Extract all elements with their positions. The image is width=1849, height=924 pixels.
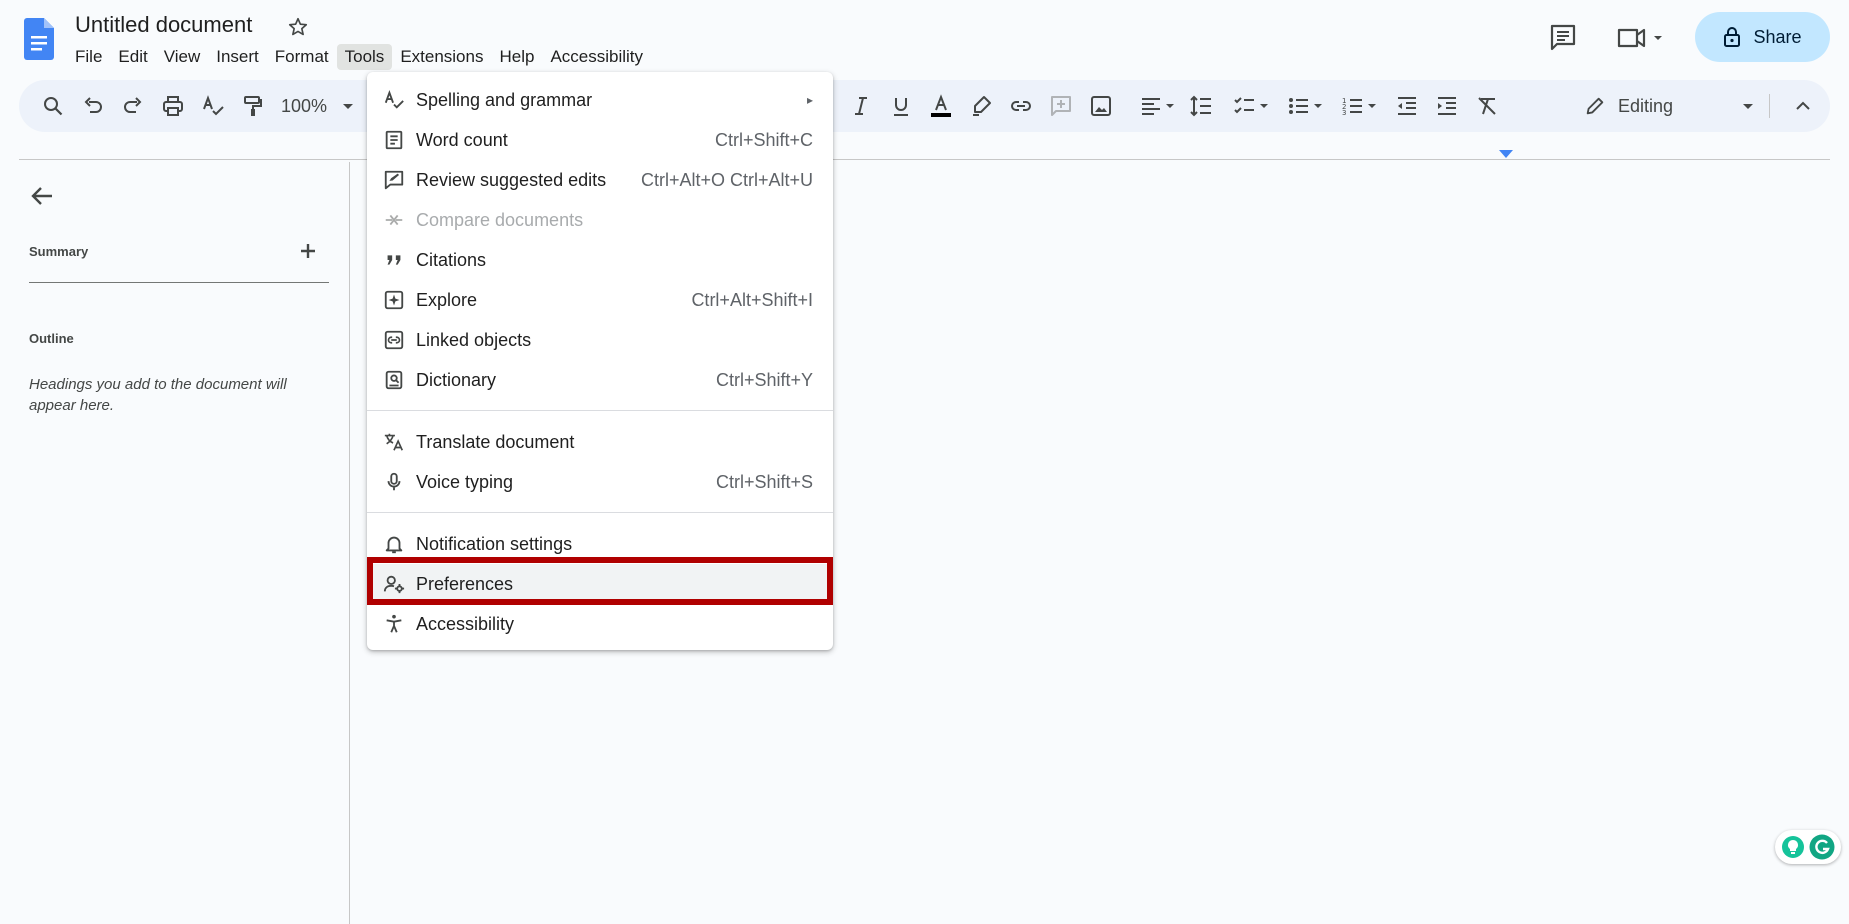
- summary-divider: [29, 282, 329, 283]
- docs-logo-icon[interactable]: [24, 18, 54, 60]
- numbered-list-icon[interactable]: 123: [1339, 92, 1383, 120]
- menu-help[interactable]: Help: [491, 44, 542, 70]
- toolbar: 100% 123 Editing: [19, 80, 1830, 132]
- menu-item-translate-document[interactable]: Translate document: [367, 422, 833, 462]
- menu-edit[interactable]: Edit: [110, 44, 155, 70]
- insert-link-icon[interactable]: [1007, 92, 1035, 120]
- highlight-color-icon[interactable]: [967, 92, 995, 120]
- summary-heading: Summary: [29, 244, 89, 259]
- word-count-icon: [383, 129, 405, 151]
- document-title[interactable]: Untitled document: [75, 12, 252, 38]
- editing-mode-select[interactable]: Editing: [1584, 90, 1755, 122]
- compare-icon: [383, 209, 405, 231]
- outline-placeholder: Headings you add to the document will ap…: [29, 376, 287, 414]
- menu-item-spelling-grammar[interactable]: Spelling and grammar ▸: [367, 80, 833, 120]
- menu-item-compare-documents[interactable]: Compare documents: [367, 200, 833, 240]
- back-arrow-icon[interactable]: [28, 182, 56, 210]
- comments-icon[interactable]: [1548, 22, 1578, 52]
- dictionary-icon: [383, 369, 405, 391]
- right-indent-marker[interactable]: [1499, 150, 1513, 158]
- clear-formatting-icon[interactable]: [1473, 92, 1501, 120]
- chevron-down-icon: [343, 104, 354, 109]
- quote-icon: [383, 249, 405, 271]
- collapse-toolbar-icon[interactable]: [1789, 92, 1817, 120]
- preferences-highlight-box: [367, 557, 833, 605]
- bell-icon: [383, 533, 405, 555]
- editing-mode-label: Editing: [1618, 95, 1674, 116]
- chevron-down-icon: [1743, 104, 1754, 109]
- menu-tools[interactable]: Tools: [336, 44, 393, 70]
- grammarly-logo-icon: [1809, 834, 1835, 860]
- undo-icon[interactable]: [79, 92, 107, 120]
- menubar: File Edit View Insert Format Tools Exten…: [67, 44, 651, 70]
- menu-format[interactable]: Format: [267, 44, 337, 70]
- decrease-indent-icon[interactable]: [1393, 92, 1421, 120]
- menu-separator: [367, 410, 833, 411]
- toolbar-divider: [1769, 94, 1770, 118]
- line-spacing-icon[interactable]: [1187, 92, 1215, 120]
- spellcheck-icon: [383, 89, 405, 111]
- translate-icon: [383, 431, 405, 453]
- underline-icon[interactable]: [887, 92, 915, 120]
- bulleted-list-icon[interactable]: [1285, 92, 1329, 120]
- menu-item-explore[interactable]: Explore Ctrl+Alt+Shift+I: [367, 280, 833, 320]
- sidebar-divider: [349, 162, 350, 924]
- share-button[interactable]: Share: [1695, 12, 1830, 62]
- ruler: [19, 159, 1830, 160]
- menu-item-review-edits[interactable]: Review suggested edits Ctrl+Alt+O Ctrl+A…: [367, 160, 833, 200]
- menu-extensions[interactable]: Extensions: [392, 44, 491, 70]
- zoom-value: 100%: [281, 95, 328, 116]
- spellcheck-icon[interactable]: [199, 92, 227, 120]
- text-color-icon[interactable]: [927, 92, 955, 120]
- link-objects-icon: [383, 329, 405, 351]
- menu-accessibility[interactable]: Accessibility: [542, 44, 651, 70]
- menu-item-voice-typing[interactable]: Voice typing Ctrl+Shift+S: [367, 462, 833, 502]
- mic-icon: [383, 471, 405, 493]
- menu-item-word-count[interactable]: Word count Ctrl+Shift+C: [367, 120, 833, 160]
- zoom-select[interactable]: 100%: [281, 92, 355, 120]
- menu-insert[interactable]: Insert: [208, 44, 267, 70]
- menu-view[interactable]: View: [156, 44, 209, 70]
- outline-heading: Outline: [29, 331, 74, 346]
- increase-indent-icon[interactable]: [1433, 92, 1461, 120]
- svg-text:3: 3: [1342, 109, 1346, 117]
- menu-item-citations[interactable]: Citations: [367, 240, 833, 280]
- menu-item-accessibility[interactable]: Accessibility: [367, 604, 833, 644]
- add-summary-icon[interactable]: [297, 240, 319, 262]
- add-comment-icon[interactable]: [1047, 92, 1075, 120]
- print-icon[interactable]: [159, 92, 187, 120]
- checklist-icon[interactable]: [1231, 92, 1275, 120]
- grammarly-widget[interactable]: [1775, 830, 1841, 864]
- share-label: Share: [1753, 26, 1802, 47]
- meet-icon[interactable]: [1616, 24, 1664, 52]
- search-menus-icon[interactable]: [39, 92, 67, 120]
- star-icon[interactable]: [287, 16, 309, 38]
- menu-item-dictionary[interactable]: Dictionary Ctrl+Shift+Y: [367, 360, 833, 400]
- insert-image-icon[interactable]: [1087, 92, 1115, 120]
- paint-format-icon[interactable]: [239, 92, 267, 120]
- lock-icon: [1724, 27, 1741, 47]
- lightbulb-icon: [1782, 836, 1804, 858]
- menu-file[interactable]: File: [67, 44, 110, 70]
- review-edits-icon: [383, 169, 405, 191]
- submenu-arrow: ▸: [806, 93, 813, 107]
- menu-separator: [367, 512, 833, 513]
- italic-icon[interactable]: [847, 92, 875, 120]
- align-icon[interactable]: [1137, 92, 1181, 120]
- accessibility-icon: [383, 613, 405, 635]
- explore-icon: [383, 289, 405, 311]
- menu-item-linked-objects[interactable]: Linked objects: [367, 320, 833, 360]
- pencil-icon: [1586, 97, 1604, 115]
- redo-icon[interactable]: [119, 92, 147, 120]
